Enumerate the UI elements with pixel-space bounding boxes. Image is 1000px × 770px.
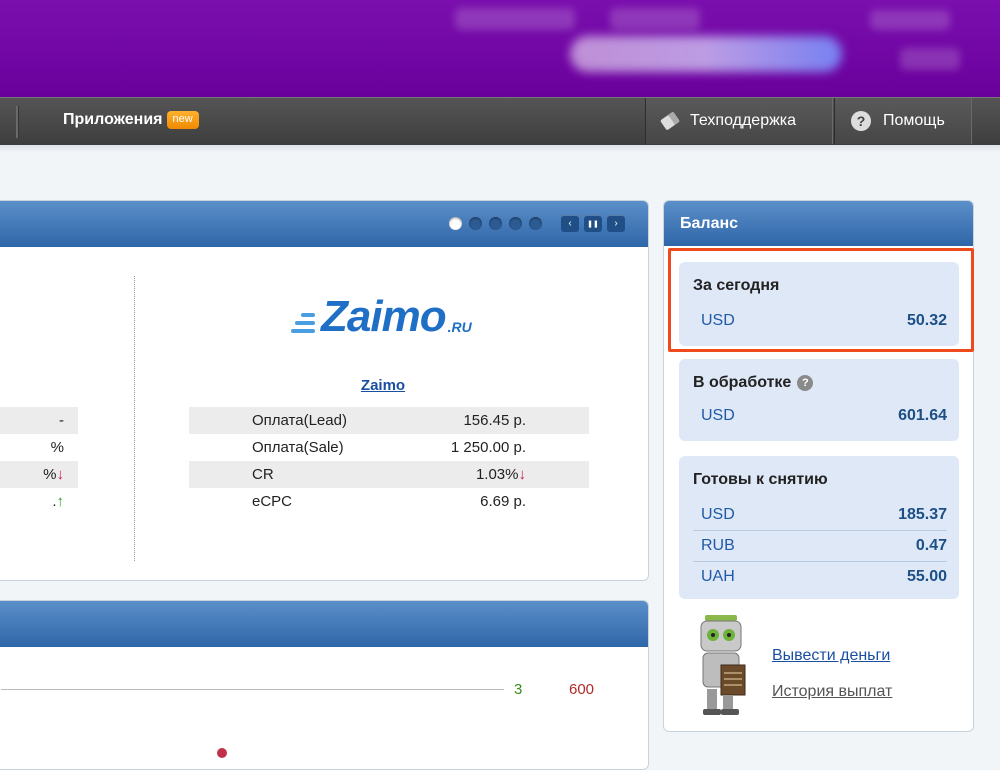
green-value: 3	[514, 681, 523, 698]
currency-label: UAH	[701, 568, 735, 585]
amount-value: 185.37	[898, 506, 947, 523]
statistics-panel: 3 600	[0, 600, 649, 770]
trend-down-icon: ↓	[56, 466, 65, 483]
trend-up-icon: ↑	[56, 493, 65, 510]
withdraw-link[interactable]: Вывести деньги	[772, 647, 890, 665]
stat-value: .↑	[52, 493, 65, 510]
red-value: 600	[569, 681, 595, 698]
blurred-search-bar	[570, 36, 842, 72]
carousel-dot[interactable]	[489, 217, 502, 230]
carousel-dots	[449, 217, 542, 230]
nav-divider	[16, 106, 19, 138]
offers-panel: ‹ ❚❚ › - % %↓ .↑ Zaimo .RU Zaimo Оплата(…	[0, 200, 649, 581]
table-row: eCPC 6.69 р.	[189, 488, 589, 515]
balance-row: USD 185.37	[693, 500, 947, 531]
logo-speed-lines	[291, 313, 315, 333]
question-icon: ?	[851, 111, 871, 131]
zaimo-logo[interactable]: Zaimo .RU	[291, 295, 472, 339]
trend-down-icon: ↓	[518, 466, 527, 483]
support-button[interactable]: Техподдержка	[645, 98, 833, 144]
stat-value: -	[0, 407, 78, 434]
main-navbar: Приложения new Техподдержка ? Помощь	[0, 97, 1000, 145]
table-row: Оплата(Sale) 1 250.00 р.	[189, 434, 589, 461]
nav-item-apps[interactable]: Приложения new	[63, 111, 199, 129]
pause-icon[interactable]: ❚❚	[584, 215, 602, 232]
stat-value: %↓	[0, 461, 78, 488]
statistics-panel-header	[0, 601, 648, 647]
balance-processing-card: В обработке ? USD 601.64	[679, 359, 959, 441]
chevron-left-icon[interactable]: ‹	[561, 215, 579, 232]
highlight-box	[668, 248, 974, 352]
payout-history-link[interactable]: История выплат	[772, 683, 892, 701]
logo-text: Zaimo	[321, 292, 447, 341]
help-button[interactable]: ? Помощь	[834, 98, 972, 144]
help-circle-icon[interactable]: ?	[797, 375, 814, 391]
stat-value: 156.45 р.	[402, 407, 589, 434]
table-row: CR 1.03%↓	[189, 461, 589, 488]
stat-label: eCPC	[252, 493, 293, 510]
balance-row: USD 601.64	[693, 401, 947, 431]
chart-point	[217, 748, 227, 758]
blurred-header-content	[610, 8, 700, 30]
offer-name-link[interactable]: Zaimo	[348, 377, 418, 394]
stat-value: 1.03%↓	[402, 461, 589, 488]
blurred-header-content	[455, 8, 575, 30]
card-title: В обработке ?	[693, 371, 947, 395]
currency-label: RUB	[701, 537, 735, 554]
amount-value: 55.00	[906, 568, 947, 585]
table-row: Оплата(Lead) 156.45 р.	[189, 407, 589, 434]
currency-label: USD	[701, 506, 735, 523]
new-badge: new	[166, 111, 199, 129]
balance-ready-card: Готовы к снятию USD 185.37 RUB 0.47 UAH …	[679, 456, 959, 599]
card-title: Готовы к снятию	[693, 471, 828, 488]
offer-divider	[134, 276, 135, 561]
robot-mascot-icon	[700, 615, 746, 715]
chart-line	[1, 689, 504, 690]
carousel-dot[interactable]	[529, 217, 542, 230]
logo-tld: .RU	[447, 319, 472, 335]
top-banner	[0, 0, 1000, 97]
navbar-shadow	[0, 145, 1000, 153]
offer-stats-table: Оплата(Lead) 156.45 р. Оплата(Sale) 1 25…	[189, 407, 589, 515]
carousel-dot[interactable]	[509, 217, 522, 230]
blurred-header-content	[900, 48, 960, 70]
stat-label: Оплата(Sale)	[252, 439, 344, 456]
stat-value: 6.69 р.	[480, 493, 526, 510]
nav-apps-label: Приложения	[63, 111, 163, 128]
amount-value: 601.64	[898, 407, 947, 424]
currency-label: USD	[701, 407, 735, 424]
support-label: Техподдержка	[690, 112, 797, 129]
stat-label: CR	[189, 461, 403, 488]
amount-value: 0.47	[915, 537, 947, 554]
balance-row: UAH 55.00	[693, 562, 947, 592]
help-label: Помощь	[883, 112, 945, 129]
blurred-header-content	[870, 10, 950, 30]
stat-value: 1 250.00 р.	[450, 439, 526, 456]
eraser-icon	[660, 111, 680, 131]
balance-row: RUB 0.47	[693, 531, 947, 562]
carousel-dot[interactable]	[449, 217, 462, 230]
stat-value: %	[50, 439, 64, 456]
carousel-controls: ‹ ❚❚ ›	[561, 215, 625, 232]
offers-panel-header: ‹ ❚❚ ›	[0, 201, 648, 247]
previous-offer-stats: - % %↓ .↑	[0, 407, 78, 515]
chevron-right-icon[interactable]: ›	[607, 215, 625, 232]
carousel-dot[interactable]	[469, 217, 482, 230]
balance-title: Баланс	[664, 201, 973, 246]
stat-label: Оплата(Lead)	[189, 407, 403, 434]
